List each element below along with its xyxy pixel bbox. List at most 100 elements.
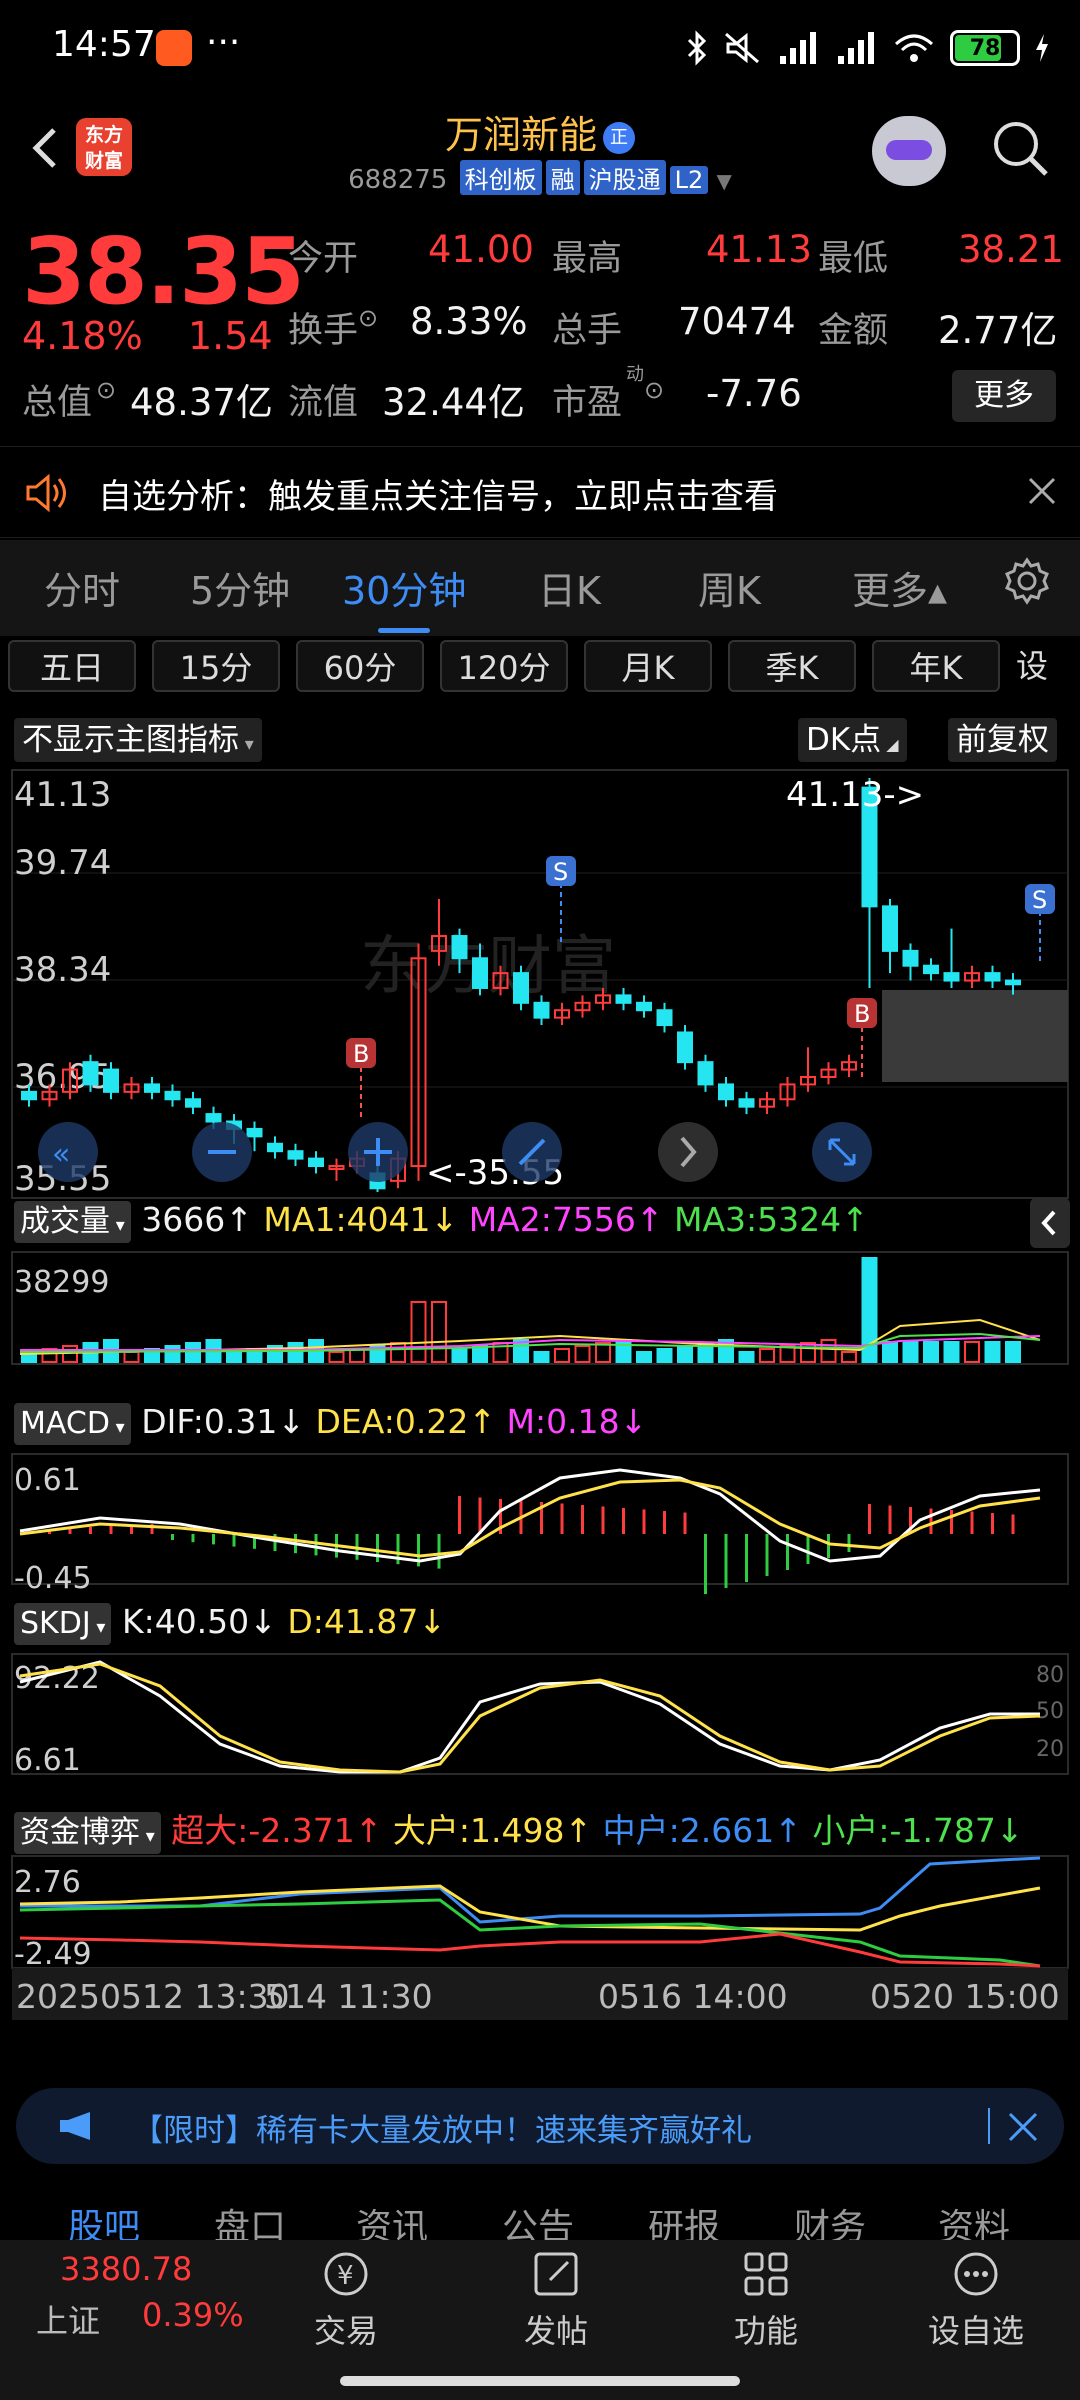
tab-intraday[interactable]: 分时	[44, 560, 120, 615]
volume-select[interactable]: 成交量 ▾	[14, 1201, 131, 1243]
volume-bar	[820, 1339, 837, 1363]
candle-body	[943, 972, 960, 982]
close-icon[interactable]	[1006, 2110, 1040, 2144]
subtab-monthly[interactable]: 月K	[584, 640, 712, 692]
volume-label: 总手	[552, 311, 623, 351]
macd-select[interactable]: MACD ▾	[14, 1403, 131, 1445]
nav-add-watchlist[interactable]: 设自选	[906, 2246, 1046, 2352]
zoom-out-button[interactable]	[192, 1122, 252, 1182]
price-axis-2: 39.74	[14, 843, 111, 883]
capital-dropdown-icon: ▾	[140, 1826, 155, 1847]
turnover-info-icon[interactable]: ⊙	[358, 304, 378, 332]
nav-post[interactable]: 发帖	[486, 2246, 626, 2352]
gear-icon[interactable]	[1002, 556, 1052, 606]
volume-bar	[615, 1339, 632, 1363]
battery-icon: 78	[950, 30, 1020, 66]
volume-current: 3666↑	[141, 1200, 253, 1239]
signal-s-2[interactable]: S	[1025, 884, 1055, 962]
promo-banner[interactable]: 【限时】稀有卡大量发放中！速来集齐赢好礼	[16, 2088, 1064, 2164]
capital-small-line	[19, 1898, 1041, 1968]
volume-bar	[800, 1342, 816, 1363]
nav-functions[interactable]: 功能	[696, 2246, 836, 2352]
subtab-settings[interactable]: 设	[1016, 640, 1080, 692]
high-annotation: 41.13->	[786, 775, 924, 815]
scroll-right-button[interactable]	[658, 1122, 718, 1182]
candle-body	[103, 1068, 119, 1093]
index-ticker[interactable]: 3380.78 上证 0.39%	[0, 2240, 244, 2360]
bottom-toolbar: 3380.78 上证 0.39% ¥ 交易 发帖 功能 设自选	[0, 2240, 1080, 2400]
home-indicator[interactable]	[340, 2376, 740, 2386]
banner-divider	[988, 2108, 990, 2144]
tab-research[interactable]: 研报	[648, 2198, 720, 2240]
signal-b-1[interactable]: B	[346, 1038, 376, 1118]
analysis-notice[interactable]: 自选分析：触发重点关注信号，立即点击查看	[0, 446, 1080, 538]
skdj-k-line	[19, 1660, 1040, 1774]
tab-daily[interactable]: 日K	[538, 560, 601, 615]
tab-news[interactable]: 资讯	[356, 2198, 428, 2240]
tab-financials[interactable]: 财务	[794, 2198, 866, 2240]
subtab-yearly[interactable]: 年K	[872, 640, 1000, 692]
capital-super: 超大:-2.371↑	[171, 1811, 383, 1850]
candle-body	[718, 1083, 734, 1101]
subtab-15min[interactable]: 15分	[152, 640, 280, 692]
volume-bar	[431, 1301, 447, 1363]
float-cap-label: 流值	[288, 383, 359, 423]
status-time: 14:57	[52, 24, 156, 65]
skdj-select[interactable]: SKDJ ▾	[14, 1603, 112, 1645]
subtab-60min[interactable]: 60分	[296, 640, 424, 692]
tab-forum[interactable]: 股吧	[68, 2198, 140, 2240]
main-indicator-select[interactable]: 不显示主图指标 ▾	[14, 718, 262, 762]
pe-label: 市盈	[552, 383, 623, 423]
volume-bar	[984, 1341, 1001, 1363]
volume-bar	[902, 1341, 919, 1363]
banner-text: 【限时】稀有卡大量发放中！速来集齐赢好礼	[132, 2113, 752, 2149]
zoom-in-button[interactable]	[348, 1122, 408, 1182]
nav-trade[interactable]: ¥ 交易	[276, 2246, 416, 2352]
subtab-120min[interactable]: 120分	[440, 640, 568, 692]
capital-select[interactable]: 资金博弈 ▾	[14, 1812, 161, 1854]
scroll-left-button[interactable]: «	[38, 1122, 98, 1182]
tab-weekly[interactable]: 周K	[698, 560, 761, 615]
volume-bar	[656, 1348, 673, 1363]
more-circle-icon	[954, 2252, 998, 2296]
tab-more[interactable]: 更多▴	[852, 560, 947, 615]
tab-orderbook[interactable]: 盘口	[214, 2198, 286, 2240]
subtab-5day[interactable]: 五日	[8, 640, 136, 692]
tab-announcements[interactable]: 公告	[502, 2198, 574, 2240]
tab-profile[interactable]: 资料	[938, 2198, 1010, 2240]
tab-5min[interactable]: 5分钟	[190, 560, 290, 615]
index-name: 上证	[36, 2302, 101, 2340]
capital-select-label: 资金博弈	[20, 1815, 140, 1850]
pe-info-icon[interactable]: ⊙	[644, 376, 664, 404]
close-icon[interactable]	[1026, 475, 1058, 507]
fullscreen-button[interactable]	[812, 1122, 872, 1182]
candle-body	[144, 1083, 160, 1093]
svg-text:¥: ¥	[337, 2261, 354, 2291]
capital-axis-max: 2.76	[14, 1865, 81, 1900]
open-label: 今开	[288, 239, 359, 279]
candle-body	[205, 1113, 222, 1123]
candle-body	[185, 1098, 201, 1108]
more-button[interactable]: 更多	[952, 370, 1056, 422]
speaker-icon	[26, 473, 66, 513]
collapse-panel-button[interactable]	[1030, 1198, 1070, 1248]
candle-body	[677, 1031, 693, 1064]
search-icon[interactable]	[988, 116, 1052, 180]
float-cap-value: 32.44亿	[382, 381, 525, 424]
tab-30min[interactable]: 30分钟	[342, 560, 466, 633]
draw-line-button[interactable]	[502, 1122, 562, 1182]
ai-assistant-avatar[interactable]	[872, 116, 946, 186]
macd-dea-line	[19, 1478, 1041, 1558]
adjust-select[interactable]: 前复权	[948, 718, 1057, 762]
turnover-label: 换手	[288, 311, 359, 351]
dk-point-select[interactable]: DK点 ◢	[798, 718, 907, 762]
subtab-quarterly[interactable]: 季K	[728, 640, 856, 692]
current-price: 38.35	[22, 218, 305, 325]
market-cap-info-icon[interactable]: ⊙	[96, 376, 116, 404]
dropdown-triangle-icon: ▼	[716, 169, 732, 193]
volume-ma3: MA3:5324↑	[674, 1200, 869, 1239]
turnover-value: 8.33%	[410, 300, 528, 343]
macd-legend: MACD ▾ DIF:0.31↓ DEA:0.22↑ M:0.18↓	[14, 1402, 647, 1445]
signal-b-2[interactable]: B	[847, 998, 877, 1078]
signal-b-2-label: B	[854, 1000, 870, 1028]
